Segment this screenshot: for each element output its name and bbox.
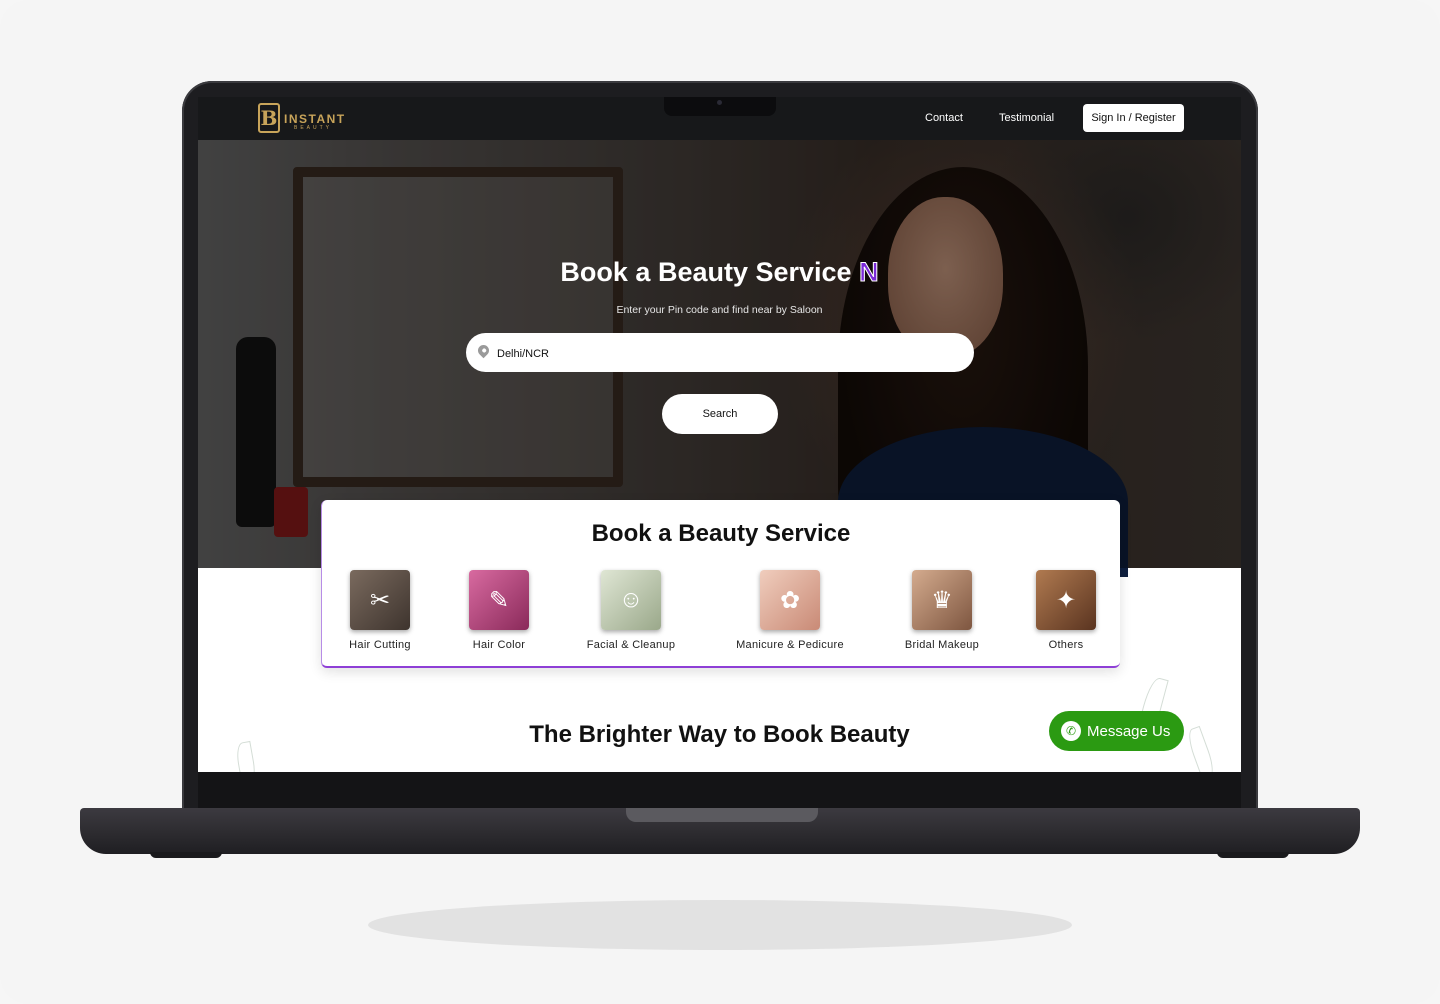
- nav-testimonial-link[interactable]: Testimonial: [999, 112, 1054, 124]
- laptop-shadow: [368, 900, 1072, 950]
- laptop-chin: [198, 772, 1241, 808]
- service-facial-cleanup[interactable]: ☺ Facial & Cleanup: [561, 570, 701, 651]
- location-search-box: [466, 333, 974, 372]
- hero-title: Book a Beauty Service N: [198, 257, 1241, 288]
- service-label: Hair Color: [472, 639, 526, 651]
- scissors-icon: ✂: [350, 570, 410, 630]
- camera-icon: [717, 100, 722, 105]
- hero-subtitle: Enter your Pin code and find near by Sal…: [616, 304, 823, 316]
- message-button-label: Message Us: [1087, 722, 1171, 740]
- face-mask-icon: ☺: [601, 570, 661, 630]
- hair-dye-icon: ✎: [469, 570, 529, 630]
- service-others[interactable]: ✦ Others: [996, 570, 1136, 651]
- location-pin-icon: [475, 342, 492, 359]
- whatsapp-icon: ✆: [1061, 721, 1081, 741]
- nav-contact-link[interactable]: Contact: [925, 112, 963, 124]
- laptop-opening-notch: [626, 808, 818, 822]
- hero-title-accent: N: [859, 257, 879, 288]
- nail-icon: ✿: [760, 570, 820, 630]
- service-hair-color[interactable]: ✎ Hair Color: [429, 570, 569, 651]
- service-bridal-makeup[interactable]: ♛ Bridal Makeup: [872, 570, 1012, 651]
- brand-logo-icon[interactable]: B: [258, 103, 280, 133]
- service-label: Facial & Cleanup: [586, 639, 676, 651]
- location-search-input[interactable]: [495, 343, 959, 365]
- laptop-screen: B INSTANT BEAUTY Contact Testimonial Sig…: [198, 97, 1241, 772]
- whatsapp-message-button[interactable]: ✆ Message Us: [1049, 711, 1184, 751]
- service-label: Others: [1048, 639, 1084, 651]
- signin-register-button[interactable]: Sign In / Register: [1083, 104, 1184, 132]
- service-label: Bridal Makeup: [904, 639, 980, 651]
- service-categories-card: Book a Beauty Service ✂ Hair Cutting ✎ H…: [321, 500, 1120, 668]
- brand-tagline: BEAUTY: [294, 125, 333, 131]
- service-card-title: Book a Beauty Service: [591, 520, 851, 547]
- search-button[interactable]: Search: [662, 394, 778, 434]
- service-manicure-pedicure[interactable]: ✿ Manicure & Pedicure: [720, 570, 860, 651]
- salon-icon: ✦: [1036, 570, 1096, 630]
- hero-title-text: Book a Beauty Service: [560, 257, 852, 287]
- camera-notch: [664, 97, 776, 116]
- laptop-foot-left: [150, 852, 222, 858]
- laptop-foot-right: [1217, 852, 1289, 858]
- makeup-icon: ♛: [912, 570, 972, 630]
- brand-name[interactable]: INSTANT: [284, 112, 346, 126]
- service-label: Manicure & Pedicure: [736, 639, 844, 651]
